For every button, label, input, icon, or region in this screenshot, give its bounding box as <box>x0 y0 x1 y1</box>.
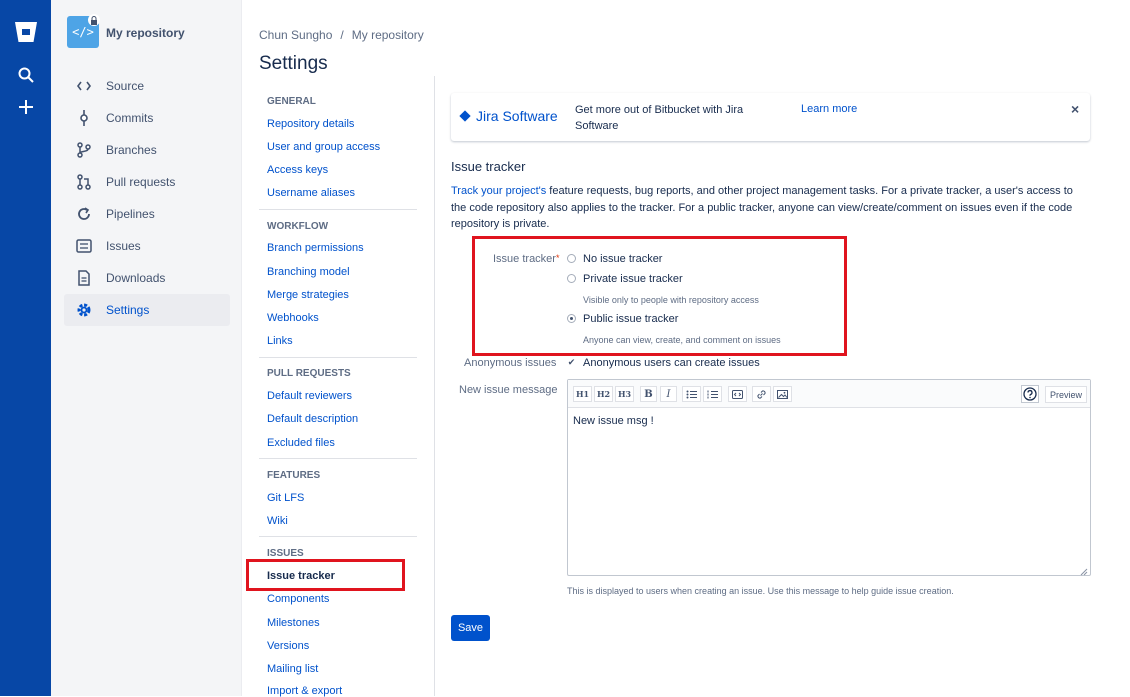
settings-divider <box>259 536 417 537</box>
bitbucket-logo-icon[interactable] <box>14 21 38 43</box>
pull-request-icon <box>76 174 92 190</box>
sidebar-item-label: Downloads <box>106 271 166 285</box>
image-icon[interactable] <box>773 386 792 402</box>
sidebar-item-branches[interactable]: Branches <box>64 134 230 166</box>
sidebar-item-source[interactable]: Source <box>64 70 230 102</box>
section-description: Track your project's feature requests, b… <box>451 183 1090 233</box>
jira-logo: Jira Software <box>459 108 558 124</box>
numbered-list-icon[interactable] <box>703 386 722 402</box>
toolbar-h2-button[interactable]: H2 <box>594 386 613 402</box>
breadcrumb-repo[interactable]: My repository <box>352 28 424 42</box>
toolbar-h3-button[interactable]: H3 <box>615 386 634 402</box>
settings-divider <box>259 357 417 358</box>
repo-name[interactable]: My repository <box>106 26 185 40</box>
sidebar-item-label: Settings <box>106 303 150 317</box>
resize-handle-icon[interactable] <box>1080 565 1088 576</box>
close-icon[interactable]: × <box>1071 101 1079 117</box>
pipelines-icon <box>76 206 92 222</box>
link-icon[interactable] <box>752 386 771 402</box>
commit-icon <box>76 110 92 126</box>
breadcrumb: Chun Sungho / My repository <box>259 28 424 42</box>
settings-link-merge-strategies[interactable]: Merge strategies <box>267 289 349 301</box>
settings-link-default-reviewers[interactable]: Default reviewers <box>267 390 352 402</box>
settings-link-git-lfs[interactable]: Git LFS <box>267 492 304 504</box>
search-icon[interactable] <box>15 64 37 86</box>
message-help-text: This is displayed to users when creating… <box>567 586 954 596</box>
settings-link-repository-details[interactable]: Repository details <box>267 118 354 130</box>
settings-link-branch-permissions[interactable]: Branch permissions <box>267 242 364 254</box>
settings-section-features: FEATURES <box>267 470 321 481</box>
settings-link-milestones[interactable]: Milestones <box>267 617 320 629</box>
settings-link-default-description[interactable]: Default description <box>267 413 358 425</box>
page-title: Settings <box>259 53 328 74</box>
anonymous-checkbox-label: Anonymous users can create issues <box>583 357 760 369</box>
jira-diamond-icon <box>459 110 471 122</box>
settings-link-links[interactable]: Links <box>267 335 293 347</box>
sidebar-item-pipelines[interactable]: Pipelines <box>64 198 230 230</box>
anonymous-issues-label: Anonymous issues <box>464 357 557 369</box>
toolbar-italic-button[interactable]: I <box>660 386 677 402</box>
global-nav <box>0 0 51 696</box>
settings-section-general: GENERAL <box>267 96 316 107</box>
jira-product-name: Jira Software <box>476 108 558 124</box>
issues-icon <box>76 238 92 254</box>
bullet-list-icon[interactable] <box>682 386 701 402</box>
sidebar-item-label: Pull requests <box>106 175 176 189</box>
repo-sidebar: </> My repository Source Commits Branche… <box>51 0 242 696</box>
settings-link-user-group-access[interactable]: User and group access <box>267 141 380 153</box>
sidebar-item-pull-requests[interactable]: Pull requests <box>64 166 230 198</box>
settings-link-webhooks[interactable]: Webhooks <box>267 312 319 324</box>
settings-section-workflow: WORKFLOW <box>267 221 329 232</box>
breadcrumb-separator: / <box>340 28 344 42</box>
sidebar-item-label: Pipelines <box>106 207 155 221</box>
settings-link-versions[interactable]: Versions <box>267 640 309 652</box>
help-icon[interactable] <box>1021 385 1039 403</box>
downloads-icon <box>76 270 92 286</box>
settings-link-access-keys[interactable]: Access keys <box>267 164 328 176</box>
preview-button[interactable]: Preview <box>1045 386 1088 403</box>
toolbar-bold-button[interactable]: B <box>640 386 657 402</box>
message-textarea[interactable]: New issue msg ! <box>573 415 654 427</box>
message-editor: H1 H2 H3 B I Preview New issue msg ! <box>567 379 1091 576</box>
settings-link-components[interactable]: Components <box>267 593 329 605</box>
settings-link-mailing-list[interactable]: Mailing list <box>267 663 318 675</box>
new-issue-message-label: New issue message <box>459 384 558 396</box>
settings-section-issues: ISSUES <box>267 548 304 559</box>
sidebar-item-commits[interactable]: Commits <box>64 102 230 134</box>
settings-link-import-export[interactable]: Import & export <box>267 685 342 697</box>
settings-link-branching-model[interactable]: Branching model <box>267 266 350 278</box>
settings-nav: GENERAL Repository details User and grou… <box>259 76 435 697</box>
branch-icon <box>76 142 92 158</box>
settings-link-excluded-files[interactable]: Excluded files <box>267 437 335 449</box>
sidebar-item-label: Issues <box>106 239 141 253</box>
save-button[interactable]: Save <box>451 615 490 641</box>
banner-text: Get more out of Bitbucket with Jira Soft… <box>575 104 744 132</box>
settings-divider <box>259 209 417 210</box>
editor-toolbar: H1 H2 H3 B I Preview <box>568 380 1090 408</box>
description-link[interactable]: Track your project's <box>451 185 546 197</box>
breadcrumb-owner[interactable]: Chun Sungho <box>259 28 332 42</box>
settings-link-wiki[interactable]: Wiki <box>267 515 288 527</box>
jira-banner: Jira Software Get more out of Bitbucket … <box>451 93 1090 141</box>
lock-icon <box>88 14 100 26</box>
sidebar-item-label: Source <box>106 79 145 93</box>
settings-link-username-aliases[interactable]: Username aliases <box>267 187 355 199</box>
anonymous-checkbox[interactable]: ✔ <box>567 357 576 367</box>
code-icon <box>76 78 92 94</box>
gear-icon <box>76 302 92 318</box>
section-title: Issue tracker <box>451 159 526 174</box>
sidebar-item-downloads[interactable]: Downloads <box>64 262 230 294</box>
highlight-box-options <box>472 236 847 356</box>
highlight-box-nav <box>246 559 405 591</box>
sidebar-item-label: Commits <box>106 111 154 125</box>
plus-icon[interactable] <box>15 96 37 118</box>
toolbar-h1-button[interactable]: H1 <box>573 386 592 402</box>
settings-divider <box>259 458 417 459</box>
learn-more-link[interactable]: Learn more <box>801 103 857 115</box>
sidebar-item-settings[interactable]: Settings <box>64 294 230 326</box>
sidebar-item-label: Branches <box>106 143 157 157</box>
settings-section-pull-requests: PULL REQUESTS <box>267 368 351 379</box>
code-block-icon[interactable] <box>728 386 747 402</box>
sidebar-item-issues[interactable]: Issues <box>64 230 230 262</box>
